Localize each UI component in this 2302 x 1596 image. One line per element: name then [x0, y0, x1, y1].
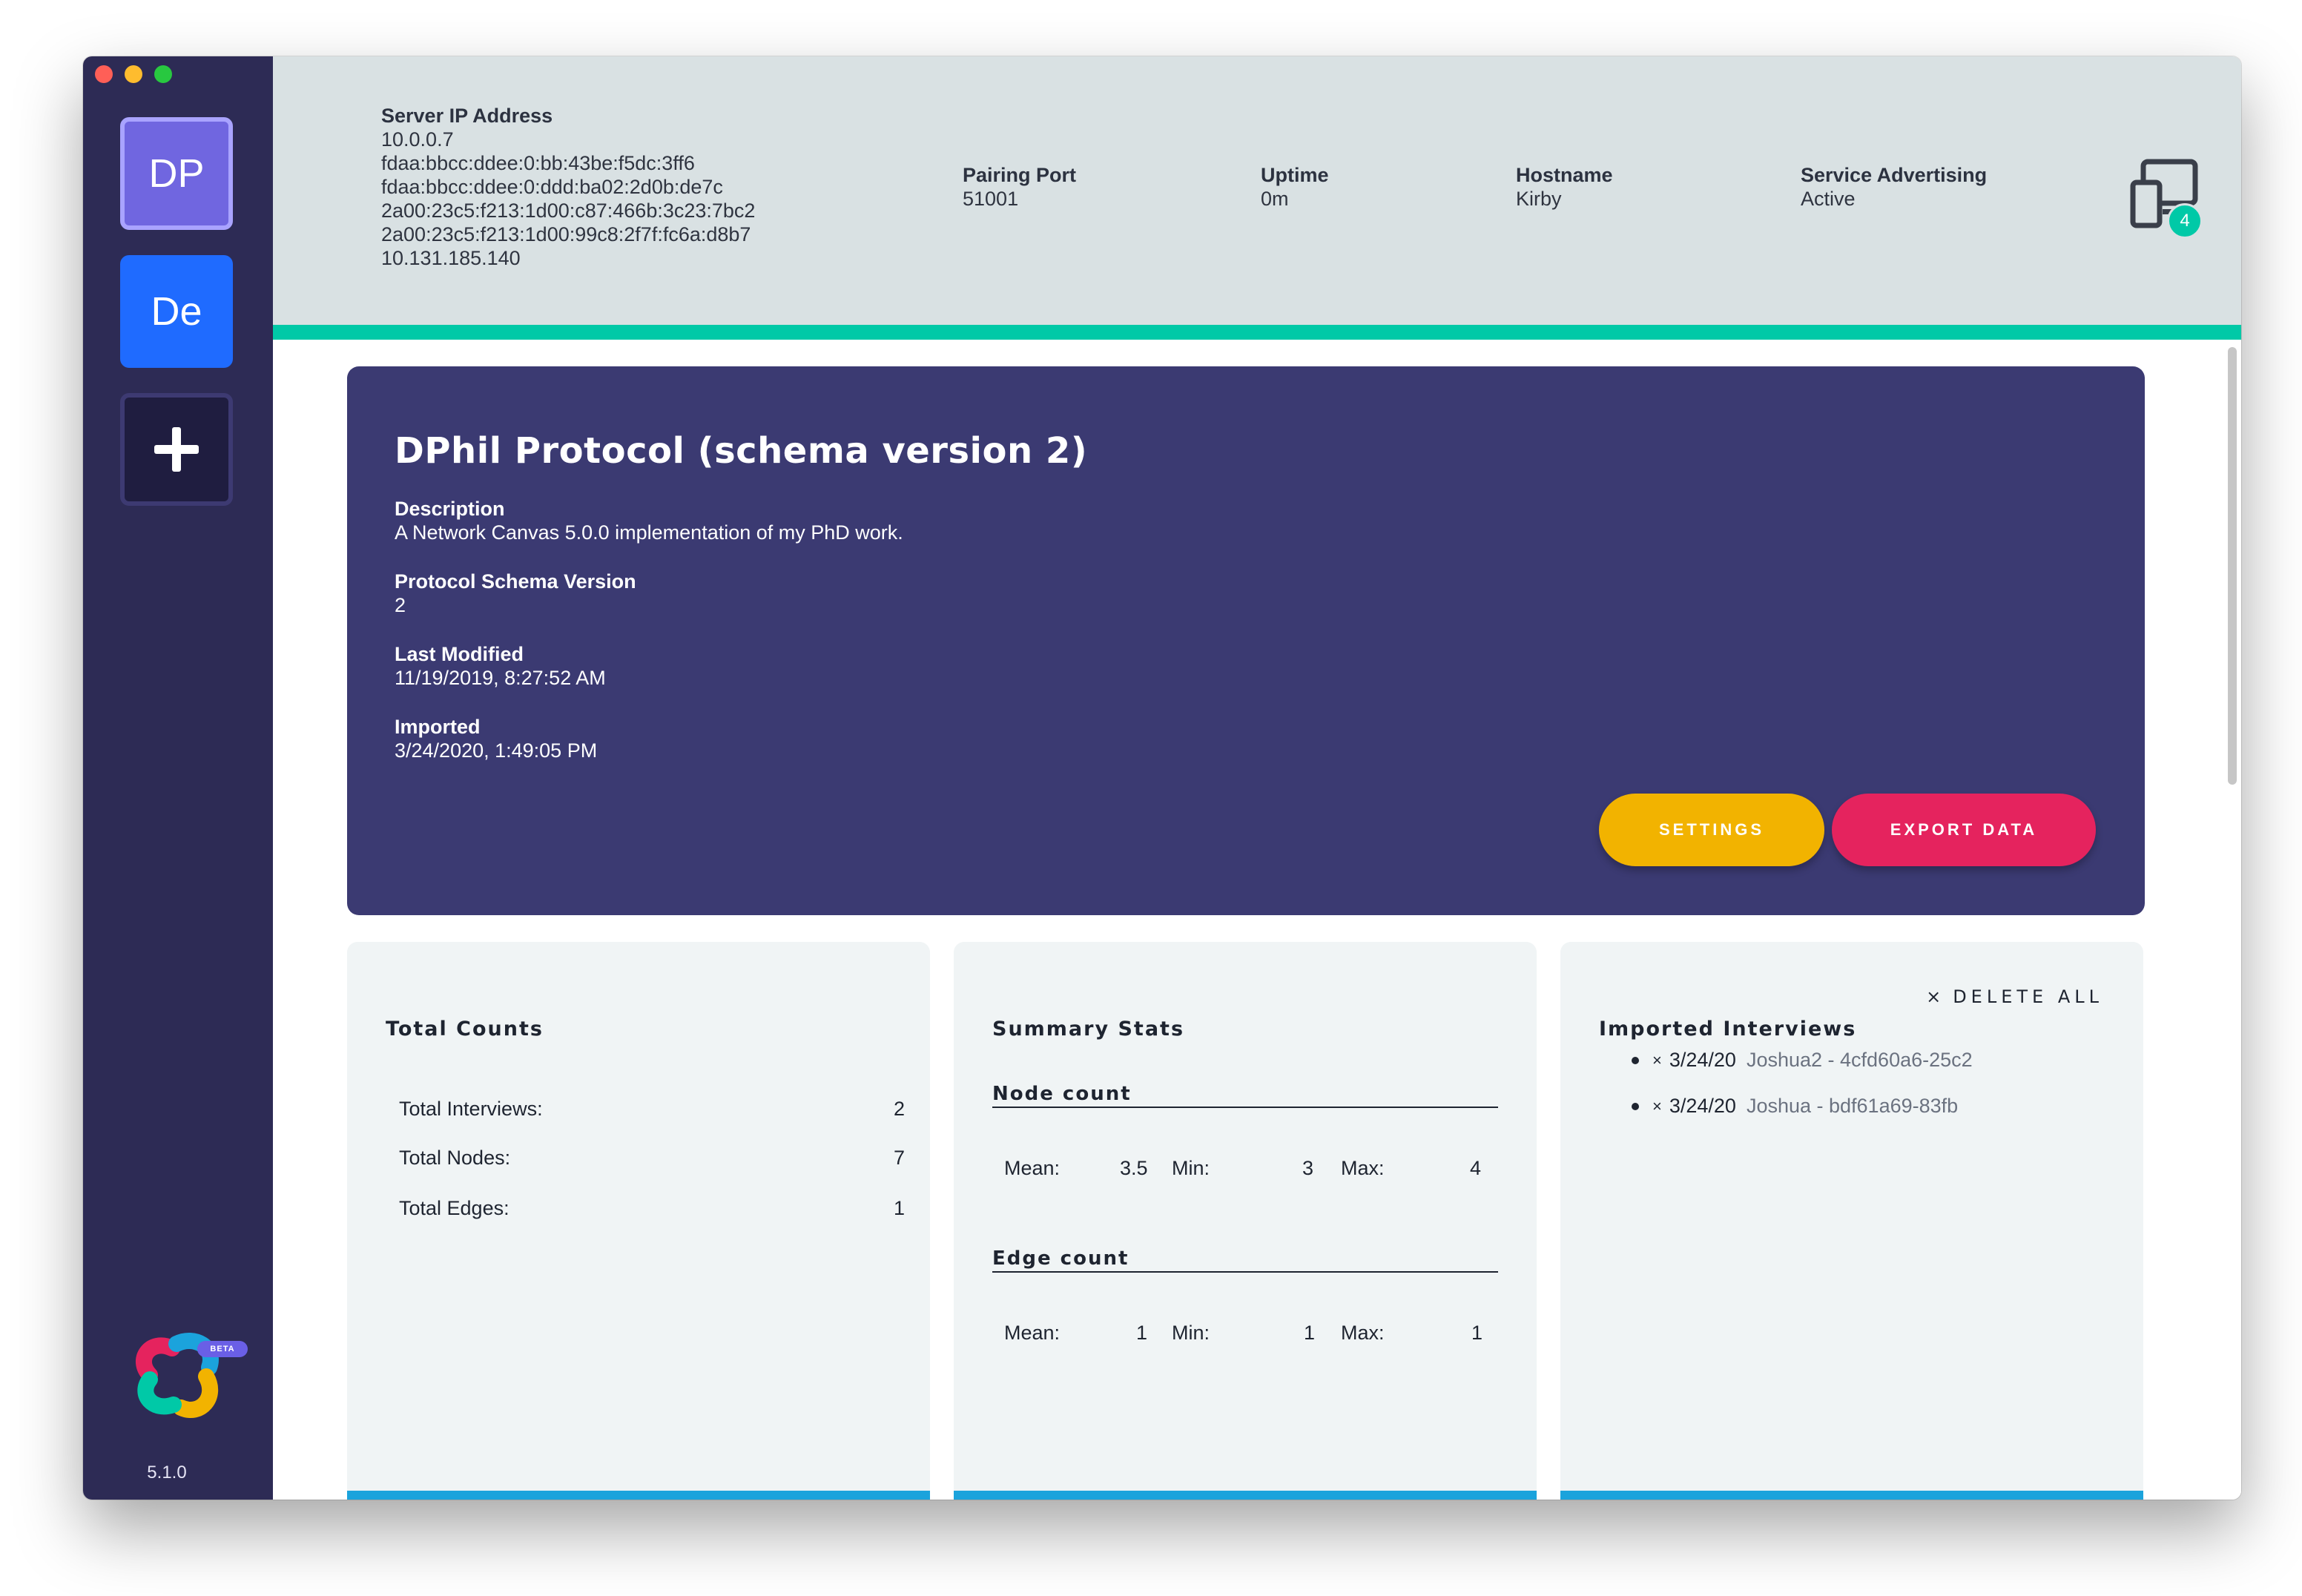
- uptime-block: Uptime 0m: [1261, 163, 1329, 211]
- protocol-tile-label: De: [151, 289, 202, 334]
- field-value: 11/19/2019, 8:27:52 AM: [395, 667, 606, 689]
- card-accent-bar: [347, 1491, 930, 1500]
- hostname-label: Hostname: [1516, 164, 1613, 186]
- mean-value: 3.5: [1120, 1157, 1148, 1179]
- server-ip-label: Server IP Address: [381, 105, 553, 127]
- protocol-tile-label: DP: [148, 151, 205, 196]
- server-ip-list: 10.0.0.7 fdaa:bbcc:ddee:0:bb:43be:f5dc:3…: [381, 128, 755, 270]
- interview-date: 3/24/20: [1669, 1095, 1736, 1117]
- delete-interview-icon[interactable]: ×: [1652, 1097, 1662, 1116]
- delete-all-button[interactable]: × DELETE ALL: [1926, 986, 2103, 1007]
- count-value: 2: [893, 1098, 905, 1120]
- hostname-block: Hostname Kirby: [1516, 163, 1613, 211]
- service-advertising-block: Service Advertising Active: [1801, 163, 1987, 211]
- count-label: Total Edges:: [399, 1197, 509, 1219]
- uptime-value: 0m: [1261, 188, 1289, 210]
- min-label: Min:: [1172, 1157, 1210, 1179]
- interview-date: 3/24/20: [1669, 1049, 1736, 1071]
- delete-all-label: DELETE ALL: [1953, 986, 2103, 1007]
- card-accent-bar: [1560, 1491, 2143, 1500]
- field-label: Protocol Schema Version: [395, 570, 636, 593]
- hostname-value: Kirby: [1516, 188, 1562, 210]
- interview-name: Joshua - bdf61a69-83fb: [1746, 1095, 1959, 1117]
- description-field: Description A Network Canvas 5.0.0 imple…: [395, 497, 903, 544]
- max-label: Max:: [1341, 1322, 1385, 1344]
- mean-value: 1: [1136, 1322, 1148, 1344]
- app-window: DP De BETA 5.1.0 Server IP Address 10.0.…: [83, 56, 2241, 1500]
- header-accent-bar: [273, 325, 2241, 340]
- total-edges-row: Total Edges: 1: [399, 1197, 905, 1220]
- pairing-port-label: Pairing Port: [963, 164, 1077, 186]
- interview-list-item: × 3/24/20 Joshua2 - 4cfd60a6-25c2: [1632, 1049, 1973, 1072]
- schema-version-field: Protocol Schema Version 2: [395, 570, 636, 617]
- export-data-button[interactable]: EXPORT DATA: [1832, 794, 2096, 866]
- interview-list-item: × 3/24/20 Joshua - bdf61a69-83fb: [1632, 1095, 1958, 1118]
- total-nodes-row: Total Nodes: 7: [399, 1147, 905, 1170]
- pairing-port-block: Pairing Port 51001: [963, 163, 1076, 211]
- close-window-button[interactable]: [95, 65, 113, 83]
- scrollbar-thumb[interactable]: [2228, 347, 2237, 785]
- imported-field: Imported 3/24/2020, 1:49:05 PM: [395, 715, 597, 762]
- card-accent-bar: [954, 1491, 1537, 1500]
- card-title: Summary Stats: [992, 1018, 1185, 1041]
- card-title: Imported Interviews: [1599, 1018, 1857, 1041]
- minimize-window-button[interactable]: [125, 65, 142, 83]
- plus-icon: [154, 427, 199, 472]
- min-value: 3: [1302, 1157, 1314, 1179]
- total-interviews-row: Total Interviews: 2: [399, 1098, 905, 1121]
- count-label: Total Interviews:: [399, 1098, 543, 1120]
- ip-address: 2a00:23c5:f213:1d00:99c8:2f7f:fc6a:d8b7: [381, 223, 751, 245]
- field-value: 3/24/2020, 1:49:05 PM: [395, 739, 598, 762]
- ip-address: 2a00:23c5:f213:1d00:c87:466b:3c23:7bc2: [381, 200, 756, 222]
- service-advertising-value: Active: [1801, 188, 1856, 210]
- sidebar: DP De BETA 5.1.0: [83, 56, 273, 1500]
- add-protocol-button[interactable]: [120, 393, 233, 506]
- mean-label: Mean:: [1004, 1322, 1061, 1344]
- zoom-window-button[interactable]: [154, 65, 172, 83]
- node-count-heading: Node count: [992, 1083, 1498, 1108]
- ip-address: 10.0.0.7: [381, 128, 454, 151]
- min-label: Min:: [1172, 1322, 1210, 1344]
- ip-address: fdaa:bbcc:ddee:0:bb:43be:f5dc:3ff6: [381, 152, 695, 174]
- field-value: 2: [395, 594, 406, 616]
- protocol-tile-dp[interactable]: DP: [120, 117, 233, 230]
- interview-name: Joshua2 - 4cfd60a6-25c2: [1746, 1049, 1973, 1071]
- app-version: 5.1.0: [147, 1463, 187, 1483]
- mean-label: Mean:: [1004, 1157, 1061, 1179]
- protocol-title: DPhil Protocol (schema version 2): [395, 430, 1088, 472]
- protocol-card: DPhil Protocol (schema version 2) Descri…: [347, 366, 2145, 915]
- uptime-label: Uptime: [1261, 164, 1329, 186]
- server-info-header: Server IP Address 10.0.0.7 fdaa:bbcc:dde…: [273, 56, 2241, 325]
- server-ip-block: Server IP Address 10.0.0.7 fdaa:bbcc:dde…: [381, 104, 755, 270]
- min-value: 1: [1304, 1322, 1316, 1344]
- bullet-icon: [1632, 1102, 1639, 1110]
- device-count-badge: 4: [2167, 203, 2203, 239]
- service-advertising-label: Service Advertising: [1801, 164, 1988, 186]
- max-value: 1: [1471, 1322, 1483, 1344]
- summary-stats-card: Summary Stats Node count Mean: 3.5 Min: …: [954, 942, 1537, 1500]
- count-label: Total Nodes:: [399, 1147, 511, 1169]
- delete-interview-icon[interactable]: ×: [1652, 1051, 1662, 1070]
- bullet-icon: [1632, 1056, 1639, 1064]
- field-label: Last Modified: [395, 643, 524, 665]
- count-value: 7: [893, 1147, 905, 1169]
- max-value: 4: [1470, 1157, 1482, 1179]
- protocol-tile-de[interactable]: De: [120, 255, 233, 368]
- card-title: Total Counts: [386, 1018, 544, 1041]
- edge-count-heading: Edge count: [992, 1247, 1498, 1273]
- ip-address: 10.131.185.140: [381, 247, 521, 269]
- last-modified-field: Last Modified 11/19/2019, 8:27:52 AM: [395, 642, 606, 690]
- beta-badge: BETA: [197, 1341, 248, 1357]
- ip-address: fdaa:bbcc:ddee:0:ddd:ba02:2d0b:de7c: [381, 176, 723, 198]
- field-label: Description: [395, 498, 505, 520]
- max-label: Max:: [1341, 1157, 1385, 1179]
- settings-button[interactable]: SETTINGS: [1599, 794, 1824, 866]
- field-label: Imported: [395, 716, 481, 738]
- count-value: 1: [893, 1197, 905, 1219]
- close-icon: ×: [1926, 986, 1946, 1007]
- pairing-port-value: 51001: [963, 188, 1019, 210]
- imported-interviews-card: × DELETE ALL Imported Interviews × 3/24/…: [1560, 942, 2143, 1500]
- total-counts-card: Total Counts Total Interviews: 2 Total N…: [347, 942, 930, 1500]
- field-value: A Network Canvas 5.0.0 implementation of…: [395, 521, 903, 544]
